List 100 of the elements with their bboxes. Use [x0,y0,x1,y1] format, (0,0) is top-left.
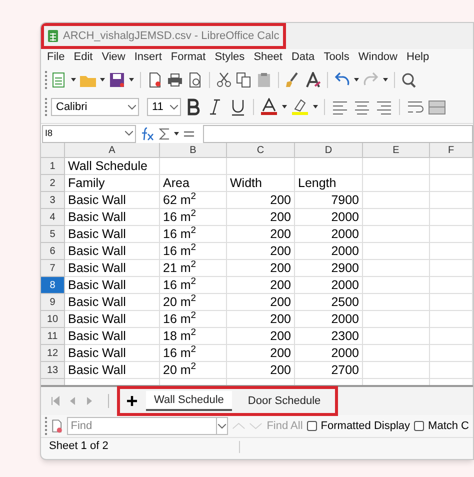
chevron-down-icon[interactable] [170,104,178,110]
caret-icon[interactable] [313,105,318,109]
highlighter-icon[interactable] [291,98,309,116]
caret-icon[interactable] [71,78,76,82]
spreadsheet-icon [48,30,58,42]
caret-icon[interactable] [129,78,134,82]
checkbox[interactable] [306,421,317,431]
sum-icon[interactable] [158,126,170,140]
table-cell: 20 m$^{2}$ [160,294,227,311]
sheet-tab[interactable]: Door Schedule [240,391,329,411]
add-sheet-icon[interactable] [126,395,138,407]
row-header[interactable]: 10 [41,311,65,328]
text-format-icon[interactable] [305,72,321,88]
find-field[interactable]: Find [66,417,217,435]
table-cell: Basic Wall [65,243,160,260]
underline-icon[interactable] [229,98,247,116]
table-cell [430,243,473,260]
table-cell [227,158,295,175]
merge-cells-icon[interactable] [428,98,446,116]
row-header[interactable]: 1 [41,158,65,175]
find-replace-icon[interactable] [401,72,417,88]
row-header[interactable]: 11 [41,328,65,345]
menu-item[interactable]: Help [406,49,430,66]
chevron-down-icon[interactable] [128,104,136,110]
clipboard-icon[interactable] [256,72,272,88]
column-header[interactable]: D [295,143,363,158]
table-cell: 2000 [295,345,363,362]
row-header[interactable]: 9 [41,294,65,311]
function-wizard-icon[interactable] [140,126,154,140]
caret-icon[interactable] [282,105,287,109]
menu-item[interactable]: Data [291,49,315,66]
menu-item[interactable]: Window [358,49,398,66]
menu-item[interactable]: Sheet [254,49,282,66]
print-preview-icon[interactable] [187,72,203,88]
status-text: Sheet 1 of 2 [49,439,110,454]
formula-input[interactable] [203,124,473,142]
font-color-icon[interactable] [260,98,278,116]
table-cell: 200 [227,294,295,311]
table-cell: Family [65,175,160,192]
menu-item[interactable]: Format [170,49,206,66]
sheet-tab[interactable]: Wall Schedule [146,391,232,411]
column-header[interactable]: E [363,143,430,158]
table-cell [430,277,473,294]
table-cell: Basic Wall [65,294,160,311]
row-header[interactable]: 7 [41,260,65,277]
close-find-bar-icon[interactable] [51,418,63,434]
table-cell: 200 [227,311,295,328]
scissors-icon[interactable] [216,72,232,88]
caret-icon[interactable] [174,132,179,136]
table-cell [430,260,473,277]
table-cell: 16 m$^{2}$ [160,226,227,243]
checkbox-label[interactable]: Match C [428,418,470,434]
pdf-export-icon[interactable] [147,72,163,88]
menu-item[interactable]: File [47,49,65,66]
column-header[interactable]: F [430,143,473,158]
caret-icon[interactable] [383,78,388,82]
row-header[interactable]: 2 [41,175,65,192]
checkbox-label[interactable]: Formatted Display [320,418,410,434]
font-size-field[interactable]: 11 [147,98,181,116]
column-header[interactable]: B [160,143,227,158]
chevron-down-icon[interactable] [125,131,133,136]
column-header[interactable]: A [65,143,160,158]
table-cell: 2000 [295,311,363,328]
row-header[interactable]: 12 [41,345,65,362]
copy-icon[interactable] [236,72,252,88]
font-name-field[interactable]: Calibri [51,98,139,116]
menu-item[interactable]: Insert [134,49,162,66]
column-header[interactable]: C [227,143,295,158]
table-cell [430,226,473,243]
table-cell [363,345,430,362]
table-cell [363,192,430,209]
table-cell: 2000 [295,277,363,294]
dropdown-button[interactable] [216,417,228,435]
chevron-down-icon[interactable] [218,424,226,428]
table-cell: 16 m$^{2}$ [160,345,227,362]
table-cell: 2700 [295,362,363,379]
save-icon[interactable] [109,72,125,88]
menu-item[interactable]: Styles [214,49,245,66]
menu-item[interactable]: View [102,49,126,66]
undo-icon[interactable] [334,72,350,88]
row-header[interactable]: 3 [41,192,65,209]
row-header[interactable]: 5 [41,226,65,243]
checkbox[interactable] [414,421,424,431]
row-header[interactable]: 4 [41,209,65,226]
row-header[interactable]: 13 [41,362,65,379]
printer-icon[interactable] [167,72,183,88]
row-header[interactable]: 6 [41,243,65,260]
row-header[interactable]: 8 [41,277,65,294]
table-cell [363,260,430,277]
table-cell [363,294,430,311]
caret-icon[interactable] [100,78,105,82]
name-box[interactable]: I8 [42,124,136,142]
table-cell: 16 m$^{2}$ [160,277,227,294]
table-cell: 200 [227,260,295,277]
corner-cell[interactable] [41,143,65,158]
window-title: ARCH_vishalgJEMSD.csv - LibreOffice Calc [63,28,280,44]
menu-item[interactable]: Tools [324,49,350,66]
menu-item[interactable]: Edit [74,49,93,66]
caret-icon[interactable] [354,78,359,82]
table-cell [430,311,473,328]
